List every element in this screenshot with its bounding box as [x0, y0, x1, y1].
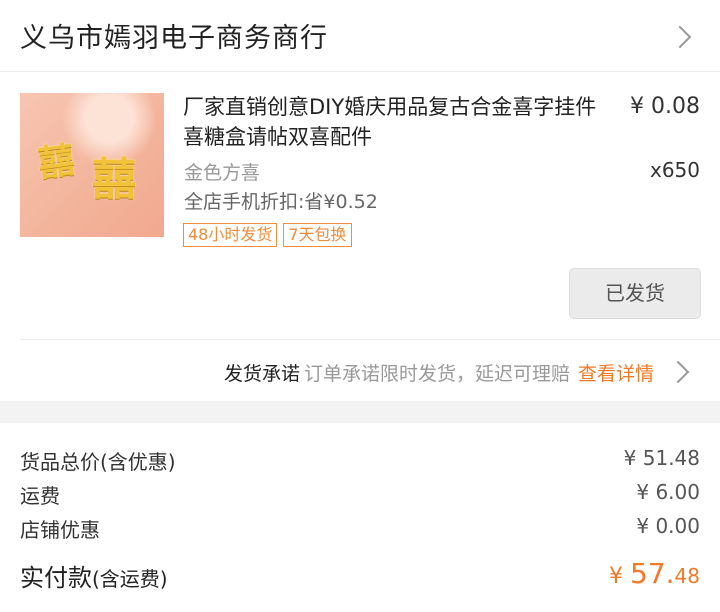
unit-price: ¥ 0.08 — [630, 94, 700, 119]
view-details-link[interactable]: 查看详情 — [578, 363, 654, 385]
product-title[interactable]: 厂家直销创意DIY婚庆用品复古合金喜字挂件 喜糖盒请帖双喜配件 — [183, 92, 623, 152]
shop-header[interactable]: 义乌市嫣羽电子商务商行 — [0, 0, 720, 72]
shop-mobile-discount: 全店手机折扣:省¥0.52 — [184, 191, 378, 213]
paid-amount-label: 实付款(含运费) — [20, 558, 168, 593]
product-variant: 金色方喜 — [184, 162, 261, 184]
paid-decimal: 48 — [674, 564, 700, 588]
paid-amount-value: ¥ 57.48 — [609, 557, 700, 590]
goods-total-label: 货品总价(含优惠) — [20, 450, 176, 474]
promise-text: 发货承诺 订单承诺限时发货，延迟可理赔 查看详情 — [224, 359, 654, 386]
shipped-status-button[interactable]: 已发货 — [569, 268, 701, 319]
chevron-right-icon[interactable] — [666, 360, 690, 384]
shipping-promise-row[interactable]: 发货承诺 订单承诺限时发货，延迟可理赔 查看详情 — [20, 339, 720, 401]
double-happiness-ornament: 囍 — [92, 154, 136, 205]
paid-currency: ¥ — [609, 564, 631, 589]
section-divider — [0, 401, 720, 423]
shop-discount-label: 店铺优惠 — [20, 518, 100, 542]
paid-label-suffix: (含运费) — [92, 567, 168, 591]
shop-discount-value: ¥ 0.00 — [636, 514, 700, 538]
product-image[interactable]: 囍 囍 — [20, 93, 164, 237]
paid-integer: 57. — [630, 557, 675, 590]
quantity: x650 — [649, 158, 700, 182]
goods-total-value: ¥ 51.48 — [623, 446, 700, 470]
chevron-right-icon[interactable] — [668, 25, 692, 49]
service-tags: 48小时发货 7天包换 — [183, 223, 352, 247]
tag-7day-exchange: 7天包换 — [283, 223, 352, 247]
tag-48h-shipping: 48小时发货 — [183, 223, 278, 247]
promise-title: 发货承诺 — [223, 363, 300, 385]
shipping-fee-value: ¥ 6.00 — [636, 480, 700, 504]
shipping-fee-label: 运费 — [20, 484, 60, 508]
double-happiness-ornament: 囍 — [35, 138, 78, 186]
promise-desc: 订单承诺限时发货，延迟可理赔 — [303, 363, 570, 385]
paid-label: 实付款 — [20, 564, 92, 592]
shop-name[interactable]: 义乌市嫣羽电子商务商行 — [20, 16, 328, 55]
